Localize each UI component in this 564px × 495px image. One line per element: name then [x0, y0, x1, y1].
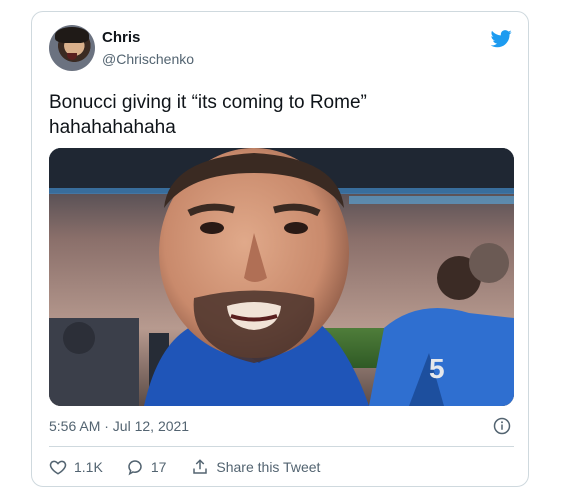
twitter-bird-icon[interactable]	[488, 28, 514, 50]
tweet-text: Bonucci giving it “its coming to Rome” h…	[49, 90, 509, 140]
tweet-text-line-1: Bonucci giving it “its coming to Rome”	[49, 92, 367, 113]
avatar[interactable]	[49, 25, 95, 71]
author-handle[interactable]: @Chrischenko	[102, 51, 194, 67]
avatar-hair	[55, 27, 89, 43]
info-icon[interactable]	[493, 417, 511, 435]
svg-text:5: 5	[429, 353, 445, 384]
reply-bubble-icon	[128, 460, 142, 476]
actions-divider	[49, 446, 514, 447]
like-count: 1.1K	[74, 459, 103, 475]
share-button[interactable]: Share this Tweet	[191, 458, 320, 476]
like-button[interactable]: 1.1K	[49, 458, 103, 476]
tweet-media[interactable]: 5	[49, 148, 514, 406]
author-name[interactable]: Chris	[102, 29, 140, 46]
tweet-timestamp[interactable]: 5:56 AM · Jul 12, 2021	[49, 418, 189, 434]
avatar-mouth	[67, 53, 77, 60]
media-frame-picture: 5	[49, 148, 514, 406]
reply-button[interactable]: 17	[126, 458, 167, 476]
tweet-actions: 1.1K 17 Share this Tweet	[49, 456, 320, 478]
tweet-text-line-2: hahahahahaha	[49, 117, 176, 138]
heart-icon	[49, 460, 67, 475]
share-icon	[193, 459, 208, 474]
tweet-card: Chris @Chrischenko Bonucci giving it “it…	[31, 11, 529, 487]
share-label: Share this Tweet	[216, 459, 321, 475]
reply-count: 17	[150, 459, 167, 475]
